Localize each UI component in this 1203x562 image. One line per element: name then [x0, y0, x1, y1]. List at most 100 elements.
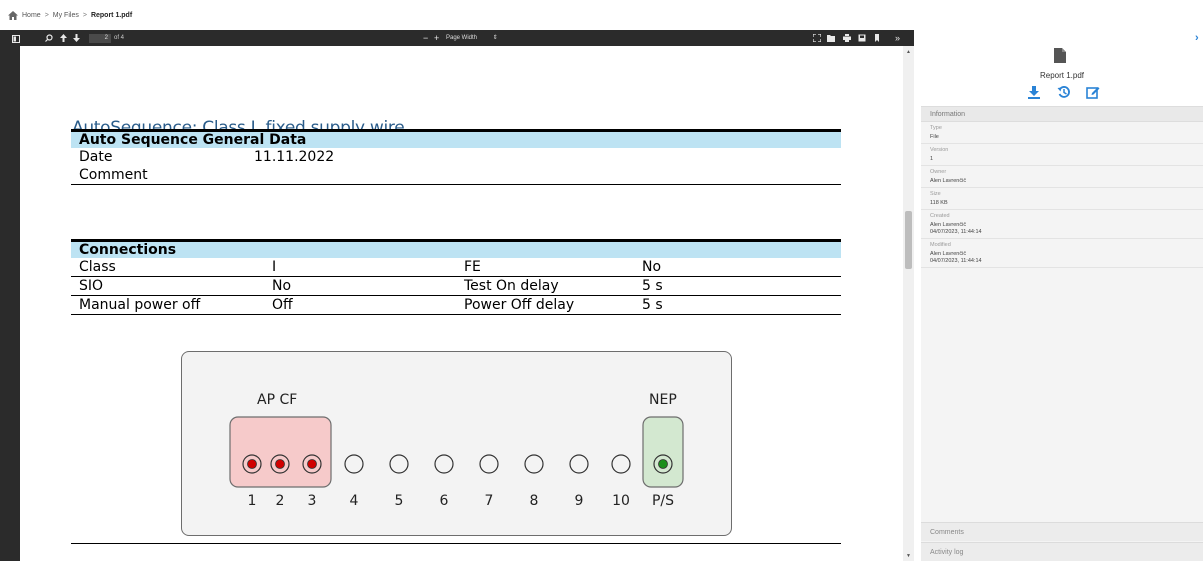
terminal-diagram-svg: AP CF NEP 1 2 3 4 5 6 7 8 9 10 P/S	[229, 392, 684, 509]
table-row: Comment	[71, 166, 841, 184]
pdf-page: AutoSequence: Class I, fixed supply wire…	[20, 46, 903, 561]
terminal-9-label: 9	[575, 493, 584, 509]
info-field-size: Size 118 KB	[921, 188, 1203, 210]
scroll-down-arrow[interactable]: ▼	[905, 553, 912, 559]
terminal-diagram: AP CF NEP 1 2 3 4 5 6 7 8 9 10 P/S	[181, 351, 732, 536]
terminal-1-label: 1	[248, 493, 257, 509]
zoom-in-button[interactable]: +	[434, 30, 439, 46]
divider	[71, 543, 841, 544]
zoom-out-button[interactable]: −	[423, 30, 428, 46]
terminal-10-label: 10	[612, 493, 630, 509]
breadcrumb-separator: >	[44, 11, 49, 19]
version-history-icon[interactable]	[1057, 85, 1071, 99]
search-icon[interactable]	[45, 34, 53, 42]
row-value-2: 5 s	[642, 278, 663, 294]
terminal-8-ring	[524, 454, 544, 474]
row-label-2: Power Off delay	[464, 297, 575, 313]
info-value: 1	[930, 156, 934, 162]
bookmark-icon[interactable]	[874, 34, 880, 42]
info-label: Size	[930, 191, 941, 197]
terminal-5-ring	[389, 454, 409, 474]
information-section-header[interactable]: Information	[921, 106, 1203, 122]
file-name: Report 1.pdf	[1039, 71, 1085, 80]
info-field-modified: Modified Alen Lavrenčič 04/07/2023, 11:4…	[921, 239, 1203, 268]
page-count: of 4	[114, 35, 125, 41]
row-label: SIO	[79, 278, 104, 294]
open-file-icon[interactable]	[827, 34, 835, 42]
row-value: Off	[272, 297, 293, 313]
chevron-down-icon: ⇕	[492, 35, 498, 41]
sidebar-toggle-icon[interactable]	[12, 34, 21, 43]
page-scrollbar[interactable]: ▲ ▼	[903, 46, 914, 561]
information-list: Type File Version 1 Owner Alen Lavrenčič…	[921, 122, 1203, 268]
collapse-sidebar-icon[interactable]: ›	[1195, 32, 1199, 44]
info-value: Alen Lavrenčič	[930, 178, 967, 184]
row-value: No	[272, 278, 292, 294]
breadcrumb-home[interactable]: Home	[22, 12, 41, 19]
page-number-input[interactable]: 2	[89, 34, 111, 43]
breadcrumb-separator: >	[82, 11, 87, 19]
previous-page-icon[interactable]	[60, 34, 67, 42]
terminal-5-label: 5	[395, 493, 404, 509]
home-icon[interactable]	[8, 10, 18, 20]
file-icon	[1054, 48, 1066, 63]
row-label-2: FE	[464, 259, 481, 275]
scroll-up-arrow[interactable]: ▲	[905, 49, 912, 55]
terminal-7-ring	[479, 454, 499, 474]
table-row: Class I FE No	[71, 258, 841, 276]
row-label-2: Test On delay	[464, 278, 559, 294]
terminal-1-indicator	[247, 459, 257, 469]
ap-cf-label: AP CF	[257, 392, 297, 408]
scroll-thumb[interactable]	[905, 211, 912, 269]
terminal-4-ring	[344, 454, 364, 474]
terminal-3-label: 3	[308, 493, 317, 509]
row-label: Comment	[79, 167, 148, 183]
table-row: Manual power off Off Power Off delay 5 s	[71, 296, 841, 314]
pdf-viewer: 2 of 4 − + Page Width ⇕ » AutoSequence: …	[0, 30, 914, 561]
comments-section-header[interactable]: Comments	[921, 522, 1203, 541]
pdf-toolbar: 2 of 4 − + Page Width ⇕ »	[0, 30, 914, 46]
info-label: Modified	[930, 242, 951, 248]
info-label: Created	[930, 213, 950, 219]
row-value: I	[272, 259, 277, 275]
terminal-7-label: 7	[485, 493, 494, 509]
breadcrumb: Home > My Files > Report 1.pdf	[0, 0, 1203, 30]
info-value: Alen Lavrenčič	[930, 251, 967, 257]
print-icon[interactable]	[843, 34, 851, 42]
divider	[71, 314, 841, 315]
connections-heading: Connections	[71, 239, 841, 258]
download-icon[interactable]	[858, 34, 866, 42]
presentation-mode-icon[interactable]	[813, 34, 821, 42]
info-field-created: Created Alen Lavrenčič 04/07/2023, 11:44…	[921, 210, 1203, 239]
info-label: Version	[930, 147, 949, 153]
more-tools-button[interactable]: »	[895, 30, 900, 46]
terminal-6-ring	[434, 454, 454, 474]
info-label: Type	[930, 125, 942, 131]
info-value-date: 04/07/2023, 11:44:14	[930, 258, 982, 264]
row-value-2: 5 s	[642, 297, 663, 313]
row-value: 11.11.2022	[254, 149, 335, 165]
terminal-P/S-indicator	[658, 459, 668, 469]
row-label: Class	[79, 259, 116, 275]
ap-cf-group-box	[229, 416, 332, 488]
terminal-P/S-label: P/S	[652, 493, 674, 509]
zoom-select[interactable]: Page Width ⇕	[446, 30, 498, 46]
download-icon[interactable]	[1027, 85, 1041, 99]
table-row: Date 11.11.2022	[71, 148, 841, 166]
table-row: SIO No Test On delay 5 s	[71, 277, 841, 295]
file-header: › Report 1.pdf	[921, 30, 1203, 106]
terminal-2-indicator	[275, 459, 285, 469]
file-details-sidebar: › Report 1.pdf Information Type File Ver…	[921, 30, 1203, 561]
breadcrumb-my-files[interactable]: My Files	[53, 12, 79, 19]
info-field-version: Version 1	[921, 144, 1203, 166]
nep-label: NEP	[649, 392, 677, 408]
info-label: Owner	[930, 169, 947, 175]
row-value-2: No	[642, 259, 662, 275]
zoom-select-value: Page Width	[446, 35, 478, 41]
edit-icon[interactable]	[1086, 85, 1100, 99]
activity-log-section-header[interactable]: Activity log	[921, 542, 1203, 561]
breadcrumb-current: Report 1.pdf	[90, 11, 133, 19]
connections-section: Connections Class I FE No SIO No Test On…	[71, 239, 841, 315]
next-page-icon[interactable]	[73, 34, 80, 42]
nep-group-box	[642, 416, 684, 488]
